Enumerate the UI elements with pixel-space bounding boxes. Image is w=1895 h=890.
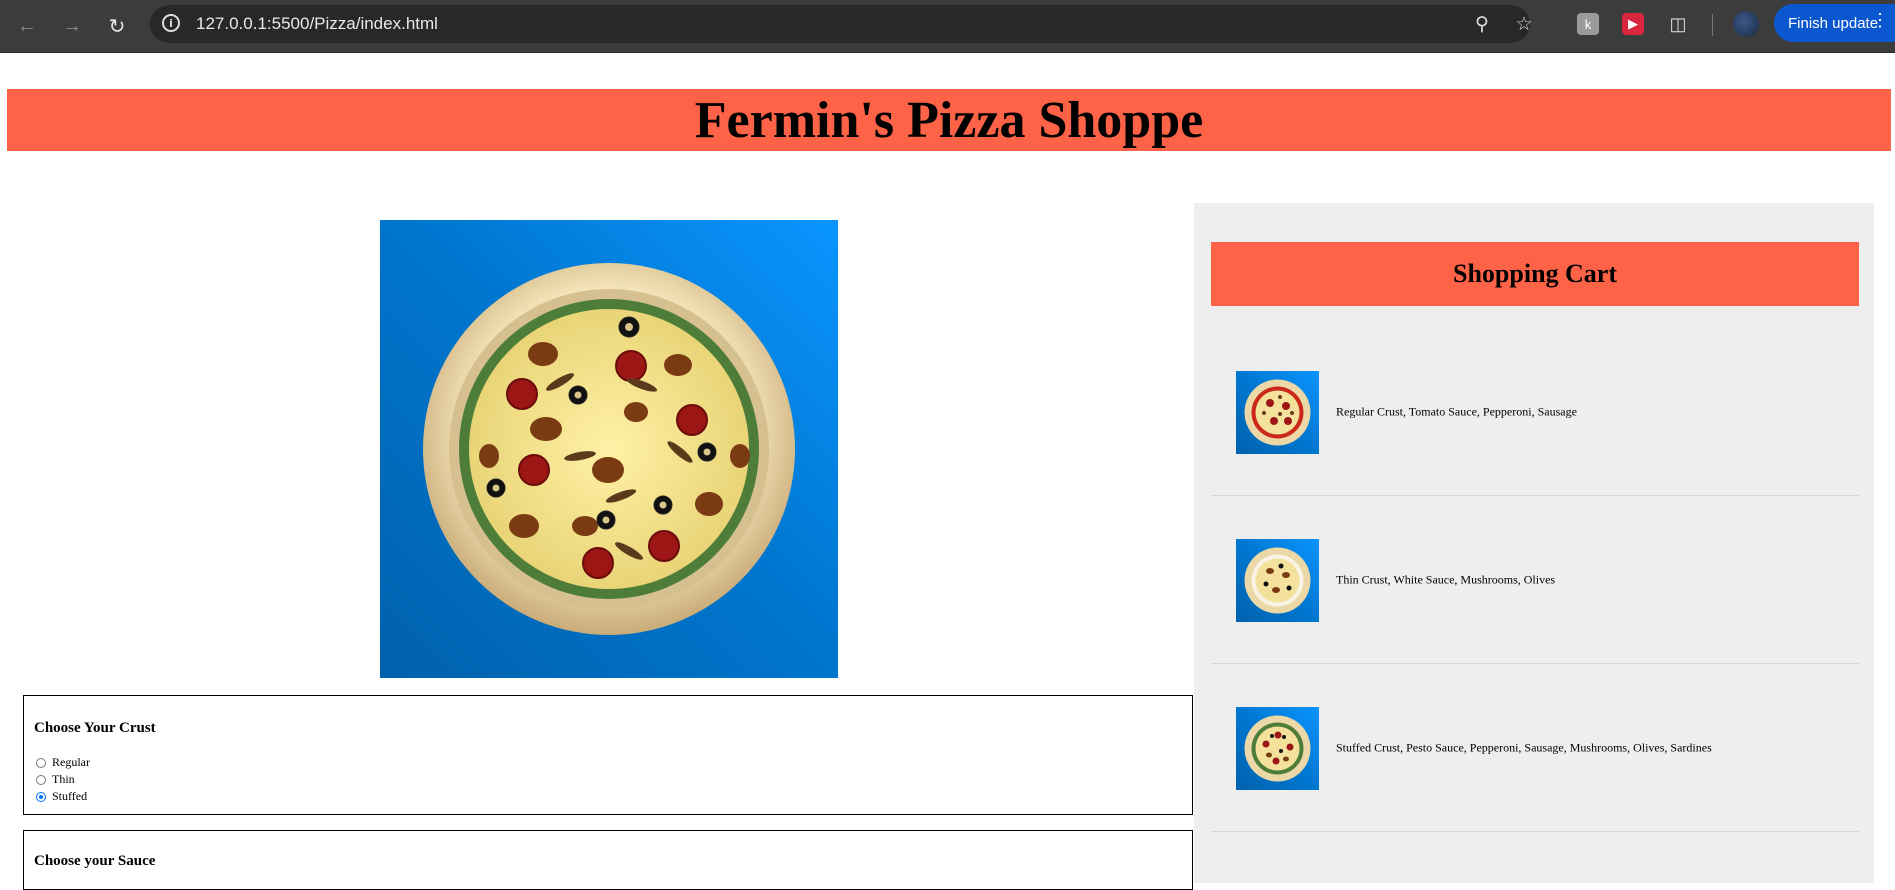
forward-arrow-icon[interactable]: →	[56, 10, 88, 42]
site-header: Fermin's Pizza Shoppe	[7, 89, 1891, 151]
url-text[interactable]: 127.0.0.1:5500/Pizza/index.html	[196, 14, 438, 34]
extensions-puzzle-icon[interactable]: ◫	[1667, 13, 1689, 35]
back-arrow-icon[interactable]: ←	[11, 10, 43, 42]
extension-k-icon[interactable]: k	[1577, 13, 1599, 35]
crust-option-label: Thin	[52, 772, 75, 786]
page-title: Fermin's Pizza Shoppe	[694, 91, 1204, 149]
cart-header: Shopping Cart	[1211, 242, 1859, 306]
cart-item: Regular Crust, Tomato Sauce, Pepperoni, …	[1211, 328, 1859, 496]
cart-item: Thin Crust, White Sauce, Mushrooms, Oliv…	[1211, 496, 1859, 664]
pizza-illustration	[423, 263, 795, 635]
crust-radio-thin[interactable]	[36, 774, 46, 785]
menu-kebab-icon[interactable]: ⋮	[1871, 10, 1889, 31]
cart-item: Stuffed Crust, Pesto Sauce, Pepperoni, S…	[1211, 664, 1859, 832]
bookmark-star-icon[interactable]: ☆	[1512, 12, 1536, 36]
zoom-icon[interactable]: ⚲	[1470, 12, 1494, 36]
shopping-cart-panel: Shopping Cart Regular Crust, Tomato Sauc…	[1194, 203, 1874, 883]
finish-update-label: Finish update	[1788, 14, 1879, 32]
cart-item-thumbnail	[1236, 370, 1319, 454]
crust-option-thin[interactable]: Thin	[36, 772, 75, 787]
cart-title: Shopping Cart	[1453, 259, 1617, 288]
site-info-icon[interactable]: i	[162, 14, 180, 32]
crust-option-label: Regular	[52, 755, 90, 769]
cart-item-thumbnail	[1236, 538, 1319, 622]
address-bar[interactable]: i 127.0.0.1:5500/Pizza/index.html ⚲ ☆	[150, 5, 1533, 43]
cart-item-description: Thin Crust, White Sauce, Mushrooms, Oliv…	[1336, 572, 1556, 586]
crust-option-stuffed[interactable]: Stuffed	[36, 789, 87, 804]
crust-fieldset: Choose Your Crust Regular Thin Stuffed	[23, 695, 1193, 815]
sauce-fieldset: Choose your Sauce	[23, 830, 1193, 890]
extension-media-icon[interactable]: ▶	[1622, 13, 1644, 35]
profile-avatar[interactable]	[1733, 11, 1759, 37]
crust-option-regular[interactable]: Regular	[36, 755, 90, 770]
browser-toolbar: ← → ↻ i 127.0.0.1:5500/Pizza/index.html …	[0, 0, 1895, 53]
crust-radio-stuffed[interactable]	[36, 791, 46, 802]
crust-fieldset-title: Choose Your Crust	[34, 720, 156, 736]
pizza-preview-image	[380, 220, 838, 678]
cart-item-thumbnail	[1236, 706, 1319, 790]
cart-item-description: Regular Crust, Tomato Sauce, Pepperoni, …	[1336, 404, 1577, 418]
cart-item-description: Stuffed Crust, Pesto Sauce, Pepperoni, S…	[1336, 740, 1712, 754]
toolbar-divider	[1712, 14, 1713, 36]
reload-icon[interactable]: ↻	[101, 10, 133, 42]
crust-option-label: Stuffed	[52, 789, 88, 803]
crust-radio-regular[interactable]	[36, 757, 46, 768]
